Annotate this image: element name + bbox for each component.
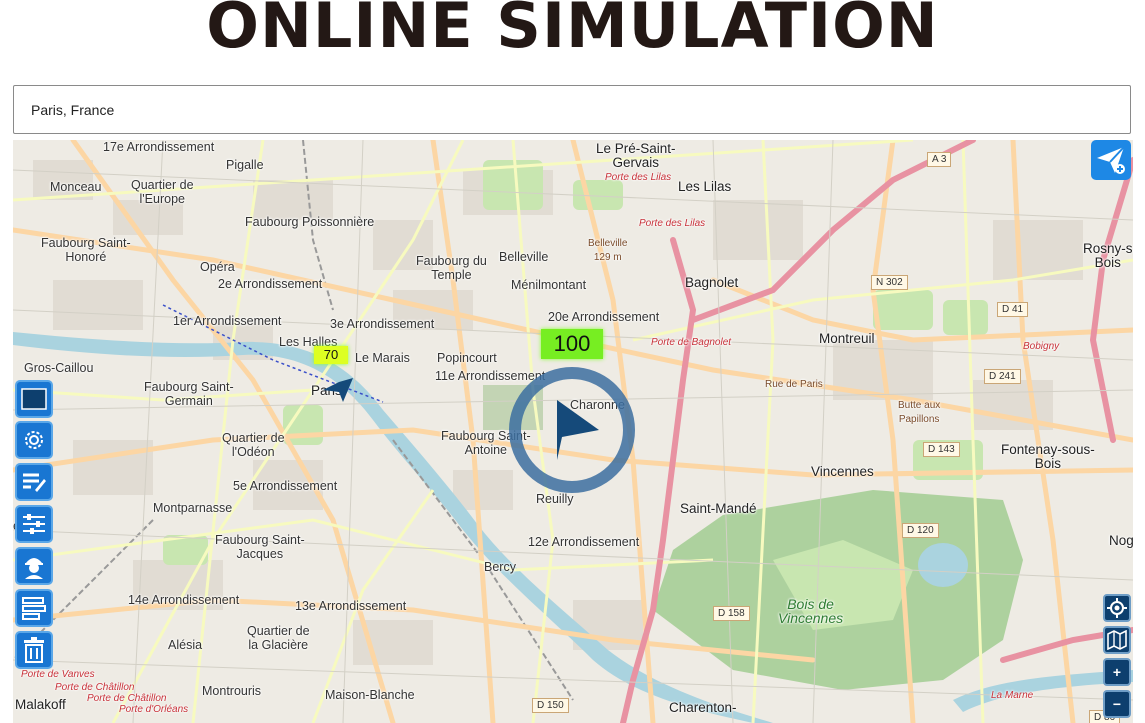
map-label: Nog (1109, 533, 1133, 548)
map-label: Bagnolet (685, 275, 739, 290)
map-label: Quartier de l'Europe (131, 178, 194, 206)
map-label: Monceau (50, 180, 102, 194)
gear-icon (25, 431, 43, 449)
map-label: Pigalle (226, 158, 264, 172)
map-label: Butte aux Papillons (898, 400, 941, 425)
zoom-in-button[interactable]: + (1103, 658, 1131, 686)
navigation-arrow-icon (323, 378, 353, 402)
map-label: Le Marais (355, 351, 410, 365)
map-layers-button[interactable] (1103, 626, 1131, 654)
edit-route-button[interactable] (15, 463, 53, 501)
locate-button[interactable] (1103, 594, 1131, 622)
map-label: Maison-Blanche (325, 688, 415, 702)
page-title: ONLINE SIMULATION (206, 0, 939, 62)
edit-list-icon (23, 473, 46, 492)
stop-button[interactable] (15, 380, 53, 418)
trash-icon (24, 637, 44, 663)
map-label: Faubourg du Temple (416, 254, 487, 282)
road-shield: D 158 (713, 606, 750, 621)
map-label: Quartier de l'Odéon (222, 431, 285, 459)
map-label: La Marne (991, 690, 1034, 701)
settings-button[interactable] (15, 421, 53, 459)
map-label: Faubourg Poissonnière (245, 215, 375, 229)
road-shield: D 41 (997, 302, 1029, 317)
map-label: 13e Arrondissement (295, 599, 407, 613)
speed-badge-secondary: 70 (314, 346, 348, 364)
road-shield: A 3 (927, 152, 952, 167)
map-label: 3e Arrondissement (330, 317, 435, 331)
map-label: 1er Arrondissement (173, 314, 282, 328)
map-label: Rue de Paris (765, 379, 823, 390)
map-label: Bois de Vincennes (778, 596, 844, 626)
map-view[interactable]: 17e Arrondissement Pigalle Le Pré-Saint- Ge… (13, 140, 1133, 723)
map-label: Fontenay-sous- Bois (1001, 442, 1095, 471)
list-icon (22, 597, 46, 620)
crosshair-icon (1107, 598, 1127, 618)
map-label: Bobigny (1023, 341, 1060, 352)
map-label: Malakoff (15, 697, 66, 712)
worker-icon (25, 558, 43, 579)
map-label: Opéra (200, 260, 235, 274)
map-label: Quartier de la Glacière (247, 624, 310, 652)
location-search-input[interactable] (13, 85, 1131, 134)
map-label: Porte des Lilas (605, 172, 672, 183)
list-button[interactable] (15, 589, 53, 627)
road-shield: D 241 (984, 369, 1021, 384)
road-shield: D 143 (923, 442, 960, 457)
map-label: Alésia (168, 638, 203, 652)
zoom-out-button[interactable]: − (1103, 690, 1131, 718)
navigation-arrow-icon (557, 400, 599, 460)
map-label: Porte de Bagnolet (651, 337, 732, 348)
delete-button[interactable] (15, 631, 53, 669)
driver-button[interactable] (15, 547, 53, 585)
map-label: Montparnasse (153, 501, 233, 515)
map-label: Les Lilas (678, 179, 732, 194)
map-label: 14e Arrondissement (128, 593, 240, 607)
map-label: Porte des Lilas (639, 218, 706, 229)
vehicle-marker-main[interactable] (507, 365, 637, 495)
map-label: 12e Arrondissement (528, 535, 640, 549)
map-label: 5e Arrondissement (233, 479, 338, 493)
map-label: Charenton- (669, 700, 737, 715)
map-label: Popincourt (437, 351, 497, 365)
map-label: Belleville (499, 250, 549, 264)
speed-badge-main: 100 (541, 329, 603, 359)
road-shield: D 120 (902, 523, 939, 538)
vehicle-marker-secondary[interactable] (319, 372, 359, 408)
map-label: Porte d'Orléans (119, 704, 189, 715)
map-label: Porte de Vanves (21, 669, 95, 680)
map-label: Faubourg Saint- Honoré (41, 236, 131, 264)
map-label: Le Pré-Saint- Gervais (596, 141, 676, 170)
map-label: Bercy (484, 560, 516, 574)
map-label: Montrouris (202, 684, 262, 698)
map-icon (1107, 630, 1127, 650)
paper-plane-plus-icon (1097, 146, 1125, 174)
map-label: Ménilmontant (511, 278, 587, 292)
map-label: 17e Arrondissement (103, 140, 215, 154)
map-label: Saint-Mandé (680, 501, 757, 516)
map-label: Rosny-s Bois (1083, 241, 1133, 270)
sliders-icon (23, 514, 45, 534)
map-label: Faubourg Saint- Germain (144, 380, 234, 408)
map-label: Vincennes (811, 464, 874, 479)
send-route-button[interactable] (1091, 140, 1131, 180)
map-label: Faubourg Saint- Jacques (215, 533, 305, 561)
sliders-button[interactable] (15, 505, 53, 543)
map-label: Gros-Caillou (24, 361, 94, 375)
map-label: 2e Arrondissement (218, 277, 323, 291)
map-label: Montreuil (819, 331, 875, 346)
square-icon (21, 388, 47, 410)
road-shield: D 150 (532, 698, 569, 713)
road-shield: N 302 (871, 275, 908, 290)
map-label: 20e Arrondissement (548, 310, 660, 324)
map-label: Belleville 129 m (588, 238, 628, 263)
